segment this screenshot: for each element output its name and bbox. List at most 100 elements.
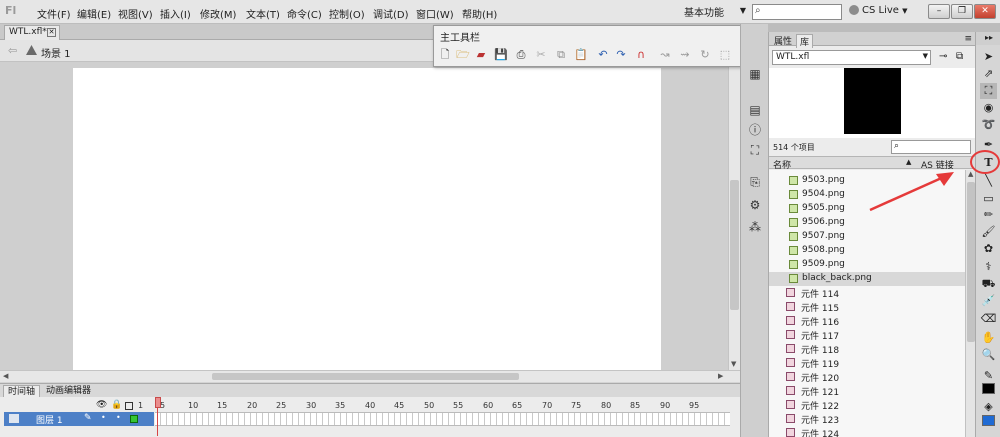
motion-presets-icon[interactable]: ⁂ — [746, 219, 764, 235]
workspace-dropdown[interactable]: 基本功能 ▼ — [684, 4, 746, 20]
paint-bucket-tool-icon[interactable]: ⛟ — [980, 276, 997, 292]
smooth-icon[interactable]: ↝ — [658, 48, 672, 62]
frame-cells[interactable] — [155, 412, 730, 426]
rectangle-tool-icon[interactable]: ▭ — [980, 191, 997, 207]
redo-icon[interactable]: ↷ — [614, 48, 628, 62]
document-tab[interactable]: WTL.xfl* ✕ — [4, 25, 60, 40]
list-item[interactable]: 元件 119 — [769, 356, 965, 370]
selection-tool-icon[interactable]: ➤ — [980, 49, 997, 65]
outline-icon[interactable] — [125, 402, 133, 410]
pin-icon[interactable]: ⊸ — [939, 51, 947, 62]
sort-arrow-icon[interactable]: ▲ — [906, 158, 911, 166]
scrollbar-thumb[interactable] — [212, 373, 519, 380]
layer-row[interactable]: 图层 1 ✎ • • — [4, 412, 154, 426]
copy-icon[interactable]: ⧉ — [554, 48, 568, 62]
list-item[interactable]: 元件 124 — [769, 426, 965, 437]
transform-icon[interactable]: ⛶ — [746, 142, 764, 158]
list-item[interactable]: 9507.png — [769, 230, 965, 244]
stage-canvas[interactable] — [73, 68, 661, 370]
menu-file[interactable]: 文件(F) — [37, 6, 71, 21]
visibility-dot-icon[interactable]: • — [101, 413, 106, 422]
minimize-button[interactable]: – — [928, 4, 950, 19]
lock-icon[interactable]: 🔒 — [111, 400, 122, 410]
lasso-tool-icon[interactable]: ➰ — [980, 117, 997, 133]
eraser-tool-icon[interactable]: ⌫ — [980, 311, 997, 327]
menu-modify[interactable]: 修改(M) — [200, 6, 236, 21]
menu-window[interactable]: 窗口(W) — [416, 6, 454, 21]
stroke-color-icon[interactable]: ✎ — [980, 368, 997, 384]
stage-horizontal-scrollbar[interactable]: ◀ ▶ — [0, 370, 740, 382]
scroll-down-icon[interactable]: ▼ — [731, 360, 736, 368]
undo-icon[interactable]: ↶ — [596, 48, 610, 62]
code-snippets-icon[interactable]: ⎘ — [746, 174, 764, 190]
playhead[interactable] — [155, 397, 161, 437]
fill-color-swatch[interactable] — [982, 415, 995, 426]
library-search-input[interactable]: ⌕ — [891, 140, 971, 154]
subselection-tool-icon[interactable]: ⇗ — [980, 66, 997, 82]
pencil-tool-icon[interactable]: ✏ — [980, 207, 997, 223]
zoom-tool-icon[interactable]: 🔍 — [980, 347, 997, 363]
cs-live-button[interactable]: CS Live ▼ — [849, 5, 908, 16]
brush-tool-icon[interactable]: 🖌 — [980, 224, 997, 240]
scroll-up-icon[interactable]: ▲ — [968, 170, 973, 178]
menu-edit[interactable]: 编辑(E) — [77, 6, 111, 21]
hand-tool-icon[interactable]: ✋ — [980, 330, 997, 346]
info-icon[interactable]: ⓘ — [746, 122, 764, 138]
menu-debug[interactable]: 调试(D) — [373, 6, 409, 21]
open-folder-icon[interactable]: 🗁 — [456, 48, 470, 62]
align-panel-icon[interactable]: ▤ — [746, 102, 764, 118]
bone-tool-icon[interactable]: ⚕ — [980, 259, 997, 275]
stage-vertical-scrollbar[interactable]: ▼ — [728, 62, 740, 370]
list-item[interactable]: 9506.png — [769, 216, 965, 230]
frame-ruler[interactable]: 1 5 10 15 20 25 30 35 40 45 50 55 60 65 … — [138, 399, 730, 411]
back-arrow-icon[interactable]: ⇦ — [8, 44, 17, 57]
list-item[interactable]: 元件 123 — [769, 412, 965, 426]
rotate-icon[interactable]: ↻ — [698, 48, 712, 62]
list-item[interactable]: 9509.png — [769, 258, 965, 272]
list-item[interactable]: 元件 118 — [769, 342, 965, 356]
scrollbar-thumb[interactable] — [967, 182, 975, 342]
library-file-select[interactable]: WTL.xfl ▼ — [772, 50, 931, 65]
scroll-left-icon[interactable]: ◀ — [3, 372, 8, 380]
components-icon[interactable]: ⚙ — [746, 197, 764, 213]
color-swatches-icon[interactable]: ▦ — [746, 66, 764, 82]
list-item[interactable]: 元件 121 — [769, 384, 965, 398]
tab-properties[interactable]: 属性 — [771, 34, 795, 47]
straighten-icon[interactable]: ⇝ — [678, 48, 692, 62]
menu-control[interactable]: 控制(O) — [329, 6, 365, 21]
list-item[interactable]: 元件 122 — [769, 398, 965, 412]
menu-help[interactable]: 帮助(H) — [462, 6, 497, 21]
save-icon[interactable]: 💾 — [494, 48, 508, 62]
list-item[interactable]: 元件 114 — [769, 286, 965, 300]
eyedropper-tool-icon[interactable]: 💉 — [980, 293, 997, 309]
list-item[interactable]: 元件 117 — [769, 328, 965, 342]
lock-dot-icon[interactable]: • — [116, 413, 121, 422]
menu-insert[interactable]: 插入(I) — [160, 6, 191, 21]
free-transform-tool-icon[interactable]: ⛶ — [980, 83, 997, 99]
list-item[interactable]: 元件 115 — [769, 300, 965, 314]
list-item[interactable]: black_back.png — [769, 272, 965, 286]
restore-button[interactable]: ❐ — [951, 4, 973, 19]
list-item[interactable]: 元件 120 — [769, 370, 965, 384]
paste-icon[interactable]: 📋 — [574, 48, 588, 62]
3d-rotation-tool-icon[interactable]: ◉ — [980, 100, 997, 116]
new-file-icon[interactable]: 🗋 — [438, 48, 452, 62]
tab-library[interactable]: 库 — [796, 34, 814, 48]
help-search-input[interactable]: ⌕ — [752, 4, 842, 20]
print-icon[interactable]: ⎙ — [514, 48, 528, 62]
close-button[interactable]: ✕ — [974, 4, 996, 19]
close-tab-icon[interactable]: ✕ — [47, 28, 56, 37]
collapse-icon[interactable]: ▸▸ — [985, 33, 993, 42]
eye-icon[interactable]: 👁 — [96, 400, 107, 410]
list-item[interactable]: 元件 116 — [769, 314, 965, 328]
cut-icon[interactable]: ✂ — [534, 48, 548, 62]
deco-tool-icon[interactable]: ✿ — [980, 241, 997, 257]
menu-view[interactable]: 视图(V) — [118, 6, 153, 21]
scrollbar-thumb[interactable] — [730, 180, 739, 310]
layer-name[interactable]: 图层 1 — [36, 413, 63, 426]
snap-magnet-icon[interactable]: ∩ — [634, 48, 648, 62]
fill-color-icon[interactable]: ◈ — [980, 399, 997, 415]
panel-menu-icon[interactable]: ≡ — [964, 34, 972, 44]
stroke-color-swatch[interactable] — [982, 383, 995, 394]
new-library-panel-icon[interactable]: ⧉ — [956, 51, 963, 62]
